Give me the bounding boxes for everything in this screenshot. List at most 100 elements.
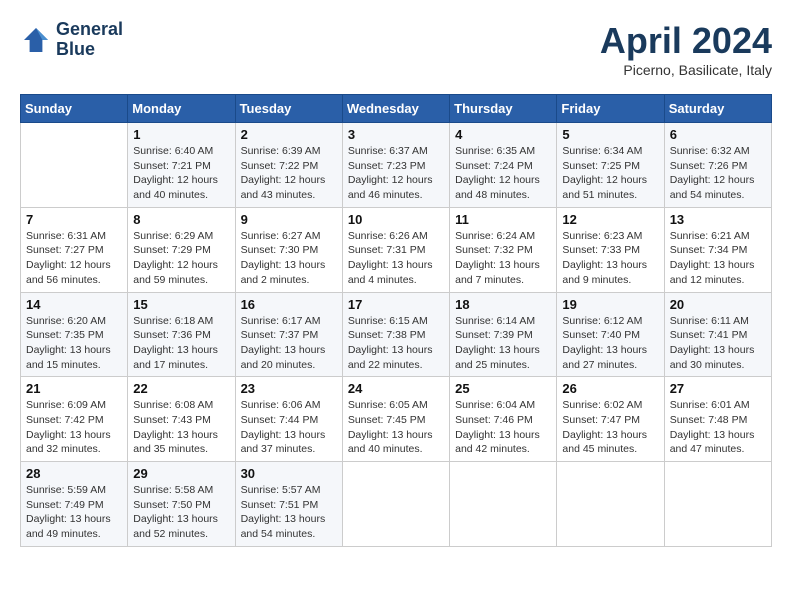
- day-info: Sunrise: 6:35 AMSunset: 7:24 PMDaylight:…: [455, 144, 551, 203]
- calendar-cell: 20Sunrise: 6:11 AMSunset: 7:41 PMDayligh…: [664, 292, 771, 377]
- calendar-cell: 7 Sunrise: 6:31 AMSunset: 7:27 PMDaylight…: [21, 207, 128, 292]
- day-number: 5: [562, 127, 658, 142]
- calendar-cell: 3 Sunrise: 6:37 AMSunset: 7:23 PMDaylight…: [342, 123, 449, 208]
- calendar-cell: 28 Sunrise: 5:59 AMSunset: 7:49 PMDayligh…: [21, 462, 128, 547]
- calendar-cell: 29Sunrise: 5:58 AMSunset: 7:50 PMDayligh…: [128, 462, 235, 547]
- calendar-cell: 4 Sunrise: 6:35 AMSunset: 7:24 PMDaylight…: [450, 123, 557, 208]
- day-header-tuesday: Tuesday: [235, 95, 342, 123]
- logo-line2: Blue: [56, 40, 123, 60]
- calendar-cell: [450, 462, 557, 547]
- day-info: Sunrise: 6:18 AMSunset: 7:36 PMDaylight:…: [133, 314, 229, 373]
- day-info: Sunrise: 6:37 AMSunset: 7:23 PMDaylight:…: [348, 144, 444, 203]
- day-number: 7: [26, 212, 122, 227]
- day-number: 16: [241, 297, 337, 312]
- calendar-week-row: 1 Sunrise: 6:40 AMSunset: 7:21 PMDaylight…: [21, 123, 772, 208]
- day-header-thursday: Thursday: [450, 95, 557, 123]
- calendar-cell: 15 Sunrise: 6:18 AMSunset: 7:36 PMDayligh…: [128, 292, 235, 377]
- day-number: 8: [133, 212, 229, 227]
- calendar-cell: 5 Sunrise: 6:34 AMSunset: 7:25 PMDaylight…: [557, 123, 664, 208]
- logo-icon: [20, 24, 52, 56]
- day-info: Sunrise: 6:04 AMSunset: 7:46 PMDaylight:…: [455, 398, 551, 457]
- calendar-header-row: SundayMondayTuesdayWednesdayThursdayFrid…: [21, 95, 772, 123]
- day-info: Sunrise: 6:23 AMSunset: 7:33 PMDaylight:…: [562, 229, 658, 288]
- day-info: Sunrise: 6:17 AMSunset: 7:37 PMDaylight:…: [241, 314, 337, 373]
- calendar-week-row: 7 Sunrise: 6:31 AMSunset: 7:27 PMDaylight…: [21, 207, 772, 292]
- day-info: Sunrise: 6:27 AMSunset: 7:30 PMDaylight:…: [241, 229, 337, 288]
- day-number: 4: [455, 127, 551, 142]
- calendar-cell: [21, 123, 128, 208]
- calendar-cell: 14Sunrise: 6:20 AMSunset: 7:35 PMDayligh…: [21, 292, 128, 377]
- calendar-cell: 16 Sunrise: 6:17 AMSunset: 7:37 PMDayligh…: [235, 292, 342, 377]
- calendar-week-row: 28 Sunrise: 5:59 AMSunset: 7:49 PMDayligh…: [21, 462, 772, 547]
- day-info: Sunrise: 6:09 AMSunset: 7:42 PMDaylight:…: [26, 398, 122, 457]
- calendar-cell: 21 Sunrise: 6:09 AMSunset: 7:42 PMDayligh…: [21, 377, 128, 462]
- day-number: 22: [133, 381, 229, 396]
- day-info: Sunrise: 6:15 AMSunset: 7:38 PMDaylight:…: [348, 314, 444, 373]
- calendar-cell: [342, 462, 449, 547]
- day-number: 17: [348, 297, 444, 312]
- day-info: Sunrise: 6:31 AMSunset: 7:27 PMDaylight:…: [26, 229, 122, 288]
- day-info: Sunrise: 6:32 AMSunset: 7:26 PMDaylight:…: [670, 144, 766, 203]
- day-info: Sunrise: 5:57 AMSunset: 7:51 PMDaylight:…: [241, 483, 337, 542]
- calendar-cell: 25Sunrise: 6:04 AMSunset: 7:46 PMDayligh…: [450, 377, 557, 462]
- calendar-cell: 23 Sunrise: 6:06 AMSunset: 7:44 PMDayligh…: [235, 377, 342, 462]
- day-number: 9: [241, 212, 337, 227]
- calendar-cell: 24 Sunrise: 6:05 AMSunset: 7:45 PMDayligh…: [342, 377, 449, 462]
- day-info: Sunrise: 6:05 AMSunset: 7:45 PMDaylight:…: [348, 398, 444, 457]
- calendar-cell: [557, 462, 664, 547]
- day-info: Sunrise: 6:39 AMSunset: 7:22 PMDaylight:…: [241, 144, 337, 203]
- location: Picerno, Basilicate, Italy: [600, 62, 772, 78]
- day-number: 2: [241, 127, 337, 142]
- calendar-cell: 10 Sunrise: 6:26 AMSunset: 7:31 PMDayligh…: [342, 207, 449, 292]
- logo-line1: General: [56, 20, 123, 40]
- day-info: Sunrise: 6:40 AMSunset: 7:21 PMDaylight:…: [133, 144, 229, 203]
- day-info: Sunrise: 6:20 AMSunset: 7:35 PMDaylight:…: [26, 314, 122, 373]
- calendar-week-row: 14Sunrise: 6:20 AMSunset: 7:35 PMDayligh…: [21, 292, 772, 377]
- day-number: 30: [241, 466, 337, 481]
- day-number: 12: [562, 212, 658, 227]
- day-number: 29: [133, 466, 229, 481]
- day-info: Sunrise: 6:34 AMSunset: 7:25 PMDaylight:…: [562, 144, 658, 203]
- day-number: 3: [348, 127, 444, 142]
- day-number: 26: [562, 381, 658, 396]
- day-info: Sunrise: 5:59 AMSunset: 7:49 PMDaylight:…: [26, 483, 122, 542]
- calendar-cell: 26Sunrise: 6:02 AMSunset: 7:47 PMDayligh…: [557, 377, 664, 462]
- day-number: 15: [133, 297, 229, 312]
- day-header-sunday: Sunday: [21, 95, 128, 123]
- day-number: 1: [133, 127, 229, 142]
- day-info: Sunrise: 6:12 AMSunset: 7:40 PMDaylight:…: [562, 314, 658, 373]
- calendar-cell: 1 Sunrise: 6:40 AMSunset: 7:21 PMDaylight…: [128, 123, 235, 208]
- day-header-friday: Friday: [557, 95, 664, 123]
- day-info: Sunrise: 6:26 AMSunset: 7:31 PMDaylight:…: [348, 229, 444, 288]
- calendar-cell: 17 Sunrise: 6:15 AMSunset: 7:38 PMDayligh…: [342, 292, 449, 377]
- day-info: Sunrise: 6:29 AMSunset: 7:29 PMDaylight:…: [133, 229, 229, 288]
- day-number: 10: [348, 212, 444, 227]
- logo: General Blue: [20, 20, 123, 60]
- calendar-week-row: 21 Sunrise: 6:09 AMSunset: 7:42 PMDayligh…: [21, 377, 772, 462]
- calendar-cell: 2 Sunrise: 6:39 AMSunset: 7:22 PMDaylight…: [235, 123, 342, 208]
- day-number: 23: [241, 381, 337, 396]
- day-number: 28: [26, 466, 122, 481]
- calendar-cell: 22 Sunrise: 6:08 AMSunset: 7:43 PMDayligh…: [128, 377, 235, 462]
- day-number: 27: [670, 381, 766, 396]
- day-info: Sunrise: 6:08 AMSunset: 7:43 PMDaylight:…: [133, 398, 229, 457]
- calendar-table: SundayMondayTuesdayWednesdayThursdayFrid…: [20, 94, 772, 547]
- calendar-cell: 30 Sunrise: 5:57 AMSunset: 7:51 PMDayligh…: [235, 462, 342, 547]
- day-number: 13: [670, 212, 766, 227]
- month-title: April 2024: [600, 20, 772, 62]
- day-info: Sunrise: 6:11 AMSunset: 7:41 PMDaylight:…: [670, 314, 766, 373]
- calendar-cell: 18Sunrise: 6:14 AMSunset: 7:39 PMDayligh…: [450, 292, 557, 377]
- day-info: Sunrise: 6:24 AMSunset: 7:32 PMDaylight:…: [455, 229, 551, 288]
- page-header: General Blue April 2024 Picerno, Basilic…: [20, 20, 772, 78]
- day-number: 21: [26, 381, 122, 396]
- day-info: Sunrise: 6:21 AMSunset: 7:34 PMDaylight:…: [670, 229, 766, 288]
- day-number: 24: [348, 381, 444, 396]
- day-info: Sunrise: 6:06 AMSunset: 7:44 PMDaylight:…: [241, 398, 337, 457]
- title-block: April 2024 Picerno, Basilicate, Italy: [600, 20, 772, 78]
- day-number: 19: [562, 297, 658, 312]
- calendar-cell: 8 Sunrise: 6:29 AMSunset: 7:29 PMDaylight…: [128, 207, 235, 292]
- calendar-cell: 9 Sunrise: 6:27 AMSunset: 7:30 PMDaylight…: [235, 207, 342, 292]
- day-header-saturday: Saturday: [664, 95, 771, 123]
- calendar-cell: 12 Sunrise: 6:23 AMSunset: 7:33 PMDayligh…: [557, 207, 664, 292]
- calendar-cell: 19 Sunrise: 6:12 AMSunset: 7:40 PMDayligh…: [557, 292, 664, 377]
